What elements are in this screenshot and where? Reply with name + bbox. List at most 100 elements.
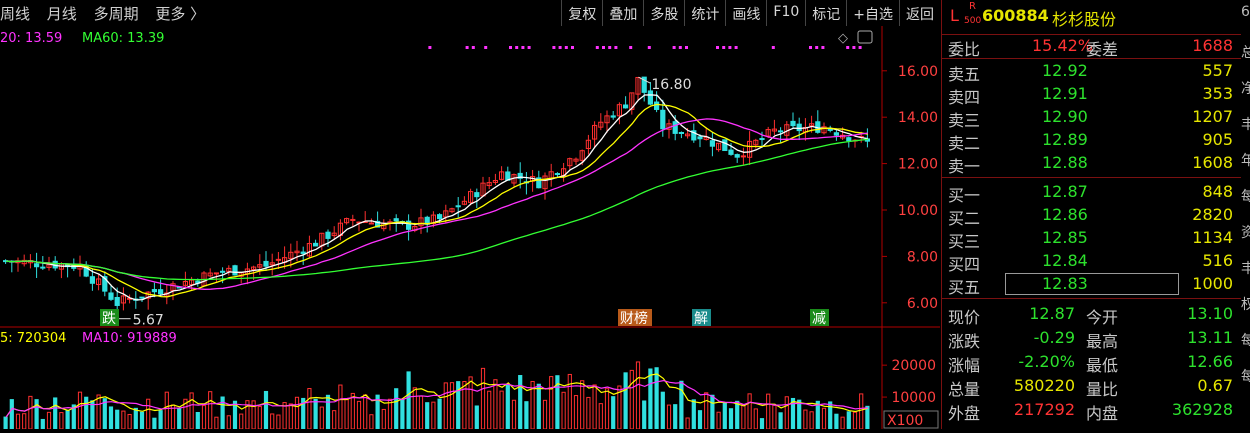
volume-bar [363,394,368,430]
signal-dot [515,46,519,49]
volume-bar [567,373,572,430]
volume-bar [673,404,678,430]
candle-body [722,139,728,152]
ask-row[interactable]: 卖一 12.88 1608 [942,152,1241,176]
volume-unit-label: X100 [887,413,923,429]
signal-dot [728,46,732,49]
adjust-button[interactable]: 复权 [561,0,602,26]
volume-bar [394,388,399,430]
kline-chart-svg[interactable]: 16.00 14.00 12.00 10.00 8.00 6.00 20: 13.59 MA6… [0,26,940,430]
volume-bar [573,395,579,430]
volume-bar [288,403,293,430]
signal-dot [521,46,525,49]
stat-value: 362928 [1171,400,1233,419]
volume-bar [270,413,275,430]
event-tag: 财榜 [620,310,648,327]
ask-volume: 1207 [1192,107,1233,126]
stock-name: 杉杉股份 [1052,10,1117,29]
bid-row[interactable]: 买二 12.86 2820 [942,204,1241,228]
f10-button[interactable]: F10 [766,0,805,26]
signal-dot [809,46,812,49]
bid-label: 买三 [948,232,981,251]
volume-bar [865,405,870,430]
quote-panel: L R 500 600884 杉杉股份 委比 15.42% 委差 1688 卖五… [941,0,1241,429]
volume-bar [158,410,163,430]
stat-row: 涨幅 -2.20% 最低 12.66 [942,351,1241,375]
volume-bar [443,382,448,430]
candle-body [697,136,703,140]
ask-row[interactable]: 卖二 12.89 905 [942,129,1241,153]
volume-bar [474,405,479,430]
volume-bar [480,367,486,430]
candle-body [734,154,740,158]
bid-row[interactable]: 买四 12.84 516 [942,250,1241,274]
candle-body [660,109,666,130]
tab-monthly[interactable]: 月线 [47,5,77,23]
ask-row[interactable]: 卖五 12.92 557 [942,60,1241,84]
tab-multi-period[interactable]: 多周期 [94,5,139,23]
bid-label: 买二 [948,209,981,228]
candle-body [368,222,374,225]
ask-row[interactable]: 卖三 12.90 1207 [942,106,1241,130]
ma-line-10 [6,103,869,298]
signal-dot [608,46,612,49]
bid-row[interactable]: 买一 12.87 848 [942,181,1241,205]
ask-volume: 905 [1202,130,1233,149]
candle-body [709,140,715,147]
volume-bar [9,399,14,430]
back-button[interactable]: 返回 [899,0,940,26]
volume-bar [34,399,39,430]
add-watchlist-button[interactable]: +自选 [846,0,899,26]
ask-price: 12.88 [1042,153,1088,172]
stat-value: 13.10 [1187,304,1233,323]
volume-bar [468,376,473,430]
candle-body [554,173,560,176]
volume-bar [369,414,374,430]
tab-weekly[interactable]: 周线 [0,5,30,23]
signal-dot [602,46,605,49]
event-tag: 跌 [102,311,116,327]
strip-char: 丰 [1241,117,1250,133]
bid-row[interactable]: 买五 12.83 1000 [942,273,1241,297]
kline-chart-area[interactable]: 16.00 14.00 12.00 10.00 8.00 6.00 20: 13.59 MA6… [0,26,940,430]
draw-line-button[interactable]: 画线 [725,0,766,26]
ma-legend-text: MA60: 13.39 [82,31,164,46]
stat-value: 13.11 [1187,328,1233,347]
candle-body [610,115,616,118]
tab-more[interactable]: 更多 〉 [155,5,205,23]
volume-bar [263,390,269,430]
volume-bar [406,371,411,430]
volume-bar [418,395,424,430]
volume-bar [84,396,89,430]
statistics-button[interactable]: 统计 [684,0,725,26]
ask-row[interactable]: 卖四 12.91 353 [942,83,1241,107]
volume-bar [803,409,808,430]
overlay-button[interactable]: 叠加 [602,0,643,26]
multi-stock-button[interactable]: 多股 [643,0,684,26]
volume-bar [549,376,554,430]
period-tabs: 周线 月线 多周期 更多 〉 [0,3,217,24]
volume-bar [685,417,690,430]
volume-bar [239,413,244,430]
volume-bar [96,394,101,430]
ask-volume: 353 [1202,84,1233,103]
volume-bar [797,399,802,430]
signal-dot [647,46,651,49]
volume-bar [629,369,634,430]
volume-bar [604,388,610,430]
price-tick-label: 14.00 [898,110,938,126]
volume-bar [642,400,647,430]
volume-bar [487,390,492,430]
volume-bar [425,402,430,430]
mark-button[interactable]: 标记 [805,0,846,26]
volume-bar [635,361,641,430]
stat-label: 涨幅 [948,356,981,375]
signal-dot [716,46,719,49]
market-flag-sup: R [969,1,976,12]
volume-bar [449,382,455,430]
signal-dot [428,46,432,49]
bid-row[interactable]: 买三 12.85 1134 [942,227,1241,251]
volume-bar [697,410,703,430]
volume-bar [747,393,752,430]
signal-dot [558,46,562,49]
